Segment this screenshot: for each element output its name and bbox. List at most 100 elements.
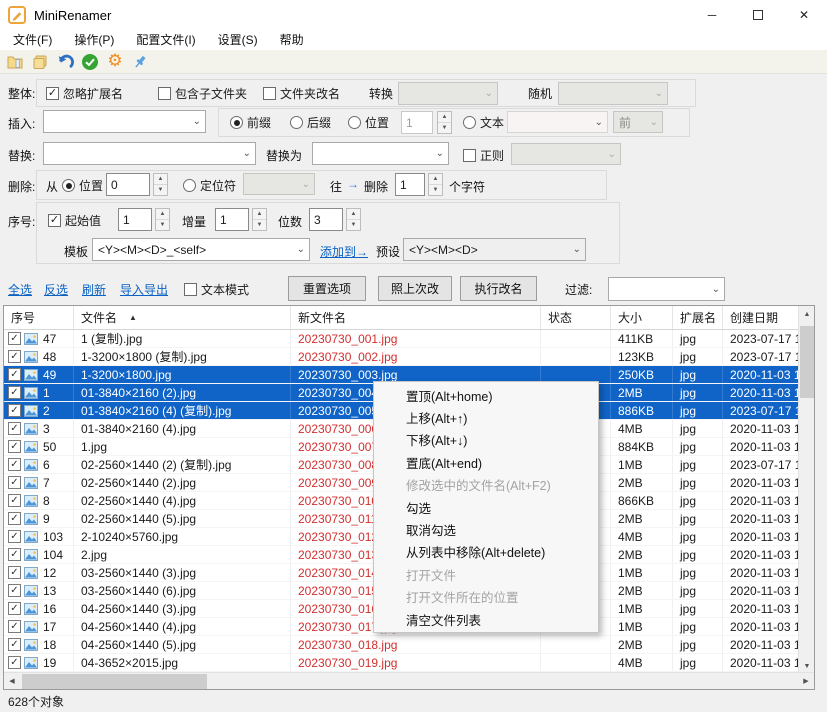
folder-rename-checkbox[interactable]: 文件夹改名 [263, 85, 340, 102]
row-checkbox-checked[interactable]: ✓ [8, 350, 21, 363]
random-select[interactable]: ⌄ [558, 82, 668, 105]
scroll-left-icon[interactable]: ◀ [4, 673, 20, 689]
filter-combobox[interactable]: ⌄ [608, 277, 725, 301]
row-checkbox-checked[interactable]: ✓ [8, 620, 21, 633]
context-menu-item-3[interactable]: 置底(Alt+end) [374, 451, 598, 473]
column-header-4[interactable]: 大小 [611, 306, 673, 329]
increment-value[interactable]: 1 [215, 208, 249, 231]
pin-icon[interactable] [130, 52, 150, 72]
vertical-scrollbar[interactable]: ▲ ▼ [798, 306, 814, 674]
menu-item-2[interactable]: 配置文件(I) [125, 30, 206, 50]
insert-text-combobox[interactable]: ⌄ [43, 110, 206, 133]
scroll-up-icon[interactable]: ▲ [799, 306, 815, 322]
horizontal-scroll-thumb[interactable] [22, 674, 207, 689]
row-checkbox-checked[interactable]: ✓ [8, 548, 21, 561]
minimize-button[interactable]: ─ [689, 0, 735, 30]
ignore-ext-checkbox[interactable]: ✓ 忽略扩展名 [46, 85, 123, 102]
context-menu-item-5[interactable]: 勾选 [374, 496, 598, 518]
context-menu-item-0[interactable]: 置顶(Alt+home) [374, 384, 598, 406]
close-button[interactable]: ✕ [781, 0, 827, 30]
insert-position-value[interactable]: 1 [401, 111, 433, 134]
row-checkbox-checked[interactable]: ✓ [8, 368, 21, 381]
table-row[interactable]: ✓1804-2560×1440 (5).jpg20230730_018.jpg2… [4, 636, 800, 654]
copy-folders-icon[interactable] [30, 52, 50, 72]
replace-search-combobox[interactable]: ⌄ [43, 142, 256, 165]
context-menu-item-1[interactable]: 上移(Alt+↑) [374, 406, 598, 428]
menu-item-1[interactable]: 操作(P) [63, 30, 125, 50]
row-checkbox-checked[interactable]: ✓ [8, 458, 21, 471]
column-header-3[interactable]: 状态 [541, 306, 611, 329]
start-value[interactable]: 1 [118, 208, 152, 231]
preset-combobox[interactable]: <Y><M><D>⌄ [403, 238, 586, 261]
row-checkbox-checked[interactable]: ✓ [8, 440, 21, 453]
insert-front-select[interactable]: 前⌄ [613, 111, 663, 133]
start-value-checkbox[interactable]: ✓ 起始值 [48, 212, 101, 229]
apply-check-icon[interactable] [80, 52, 100, 72]
row-checkbox-checked[interactable]: ✓ [8, 656, 21, 669]
row-checkbox-checked[interactable]: ✓ [8, 332, 21, 345]
row-checkbox-checked[interactable]: ✓ [8, 422, 21, 435]
row-checkbox-checked[interactable]: ✓ [8, 494, 21, 507]
convert-select[interactable]: ⌄ [398, 82, 498, 105]
menu-item-4[interactable]: 帮助 [269, 30, 315, 50]
digits-stepper[interactable]: ▲▼ [346, 208, 361, 231]
context-menu-item-10[interactable]: 清空文件列表 [374, 608, 598, 630]
column-header-1[interactable]: 文件名▲ [74, 306, 291, 329]
table-row[interactable]: ✓1904-3652×2015.jpg20230730_019.jpg4MBjp… [4, 654, 800, 672]
maximize-button[interactable] [735, 0, 781, 30]
gear-icon[interactable]: ⚙ [105, 52, 125, 72]
row-checkbox-checked[interactable]: ✓ [8, 602, 21, 615]
template-combobox[interactable]: <Y><M><D>_<self>⌄ [92, 238, 310, 261]
row-checkbox-checked[interactable]: ✓ [8, 638, 21, 651]
scroll-right-icon[interactable]: ▶ [798, 673, 814, 689]
open-folder-icon[interactable] [5, 52, 25, 72]
vertical-scroll-thumb[interactable] [800, 326, 814, 398]
include-subfolder-checkbox[interactable]: 包含子文件夹 [158, 85, 247, 102]
digits-value[interactable]: 3 [309, 208, 343, 231]
regex-preset-select[interactable]: ⌄ [511, 143, 621, 165]
insert-text-value-combobox[interactable]: ⌄ [507, 111, 608, 133]
table-row[interactable]: ✓481-3200×1800 (复制).jpg20230730_002.jpg1… [4, 348, 800, 366]
replace-with-combobox[interactable]: ⌄ [312, 142, 449, 165]
action-link-0[interactable]: 全选 [8, 281, 32, 298]
column-header-2[interactable]: 新文件名 [291, 306, 541, 329]
increment-stepper[interactable]: ▲▼ [252, 208, 267, 231]
column-header-0[interactable]: 序号 [4, 306, 74, 329]
execute-rename-button[interactable]: 执行改名 [460, 276, 537, 301]
anchor-radio[interactable]: 定位符 [183, 177, 236, 194]
action-link-1[interactable]: 反选 [44, 281, 68, 298]
row-checkbox-checked[interactable]: ✓ [8, 530, 21, 543]
column-header-5[interactable]: 扩展名 [673, 306, 723, 329]
undo-icon[interactable] [55, 52, 75, 72]
context-menu-item-2[interactable]: 下移(Alt+↓) [374, 429, 598, 451]
delete-position-radio[interactable]: 位置 [62, 177, 103, 194]
text-mode-checkbox[interactable]: 文本模式 [184, 281, 249, 298]
direction-arrow-icon[interactable]: → [347, 177, 359, 191]
reset-options-button[interactable]: 重置选项 [288, 276, 366, 301]
table-row[interactable]: ✓471 (复制).jpg20230730_001.jpg411KBjpg202… [4, 330, 800, 348]
insert-position-radio[interactable]: 位置 [348, 114, 389, 131]
row-checkbox-checked[interactable]: ✓ [8, 476, 21, 489]
regex-checkbox[interactable]: 正则 [463, 147, 504, 164]
menu-item-3[interactable]: 设置(S) [207, 30, 269, 50]
start-value-stepper[interactable]: ▲▼ [155, 208, 170, 231]
insert-prefix-radio[interactable]: 前缀 [230, 114, 271, 131]
add-to-link[interactable]: 添加到→ [320, 243, 368, 260]
action-link-3[interactable]: 导入导出 [120, 281, 168, 298]
insert-suffix-radio[interactable]: 后缀 [290, 114, 331, 131]
delete-count-stepper[interactable]: ▲▼ [428, 173, 443, 196]
row-checkbox-checked[interactable]: ✓ [8, 404, 21, 417]
column-header-6[interactable]: 创建日期 [723, 306, 800, 329]
context-menu-item-7[interactable]: 从列表中移除(Alt+delete) [374, 541, 598, 563]
delete-position-value[interactable]: 0 [106, 173, 150, 196]
row-checkbox-checked[interactable]: ✓ [8, 512, 21, 525]
menu-item-0[interactable]: 文件(F) [2, 30, 63, 50]
row-checkbox-checked[interactable]: ✓ [8, 566, 21, 579]
anchor-select[interactable]: ⌄ [243, 173, 315, 195]
row-checkbox-checked[interactable]: ✓ [8, 386, 21, 399]
action-link-2[interactable]: 刷新 [82, 281, 106, 298]
context-menu-item-6[interactable]: 取消勾选 [374, 518, 598, 540]
horizontal-scrollbar[interactable]: ◀ ▶ [4, 672, 814, 689]
insert-text-radio[interactable]: 文本 [463, 114, 504, 131]
row-checkbox-checked[interactable]: ✓ [8, 584, 21, 597]
